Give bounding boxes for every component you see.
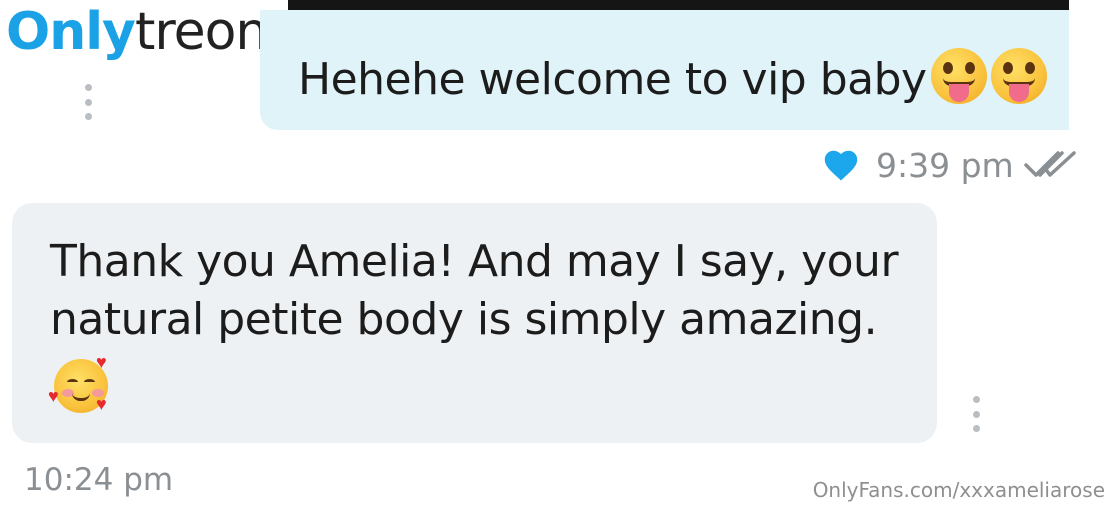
logo-part-treon: treon bbox=[134, 2, 268, 62]
logo-part-only: Only bbox=[6, 2, 136, 62]
incoming-message-time: 10:24 pm bbox=[24, 462, 174, 498]
face-with-tongue-icon bbox=[930, 48, 987, 104]
watermark-logo: Onlytreon bbox=[6, 2, 268, 62]
double-check-icon bbox=[1023, 151, 1076, 177]
incoming-message-text: Thank you Amelia! And may I say, your na… bbox=[50, 236, 899, 345]
incoming-message-bubble[interactable]: Thank you Amelia! And may I say, your na… bbox=[12, 203, 937, 443]
chat-screen: Onlytreon Hehehe welcome to vip baby 9:3… bbox=[0, 0, 1117, 514]
outgoing-message-bubble[interactable]: Hehehe welcome to vip baby bbox=[260, 10, 1069, 130]
message-menu-icon[interactable] bbox=[82, 84, 94, 120]
face-with-tongue-icon bbox=[990, 48, 1047, 104]
outgoing-message-meta: 9:39 pm bbox=[822, 142, 1078, 188]
heart-icon[interactable] bbox=[822, 148, 860, 182]
smiling-face-with-hearts-icon: ♥ ♥ ♥ bbox=[48, 352, 108, 414]
media-edge bbox=[288, 0, 1069, 10]
outgoing-message-time: 9:39 pm bbox=[876, 145, 1014, 185]
watermark-url: OnlyFans.com/xxxameliarose bbox=[812, 478, 1105, 502]
outgoing-message-text: Hehehe welcome to vip baby bbox=[298, 54, 927, 105]
message-menu-icon[interactable] bbox=[970, 396, 982, 432]
